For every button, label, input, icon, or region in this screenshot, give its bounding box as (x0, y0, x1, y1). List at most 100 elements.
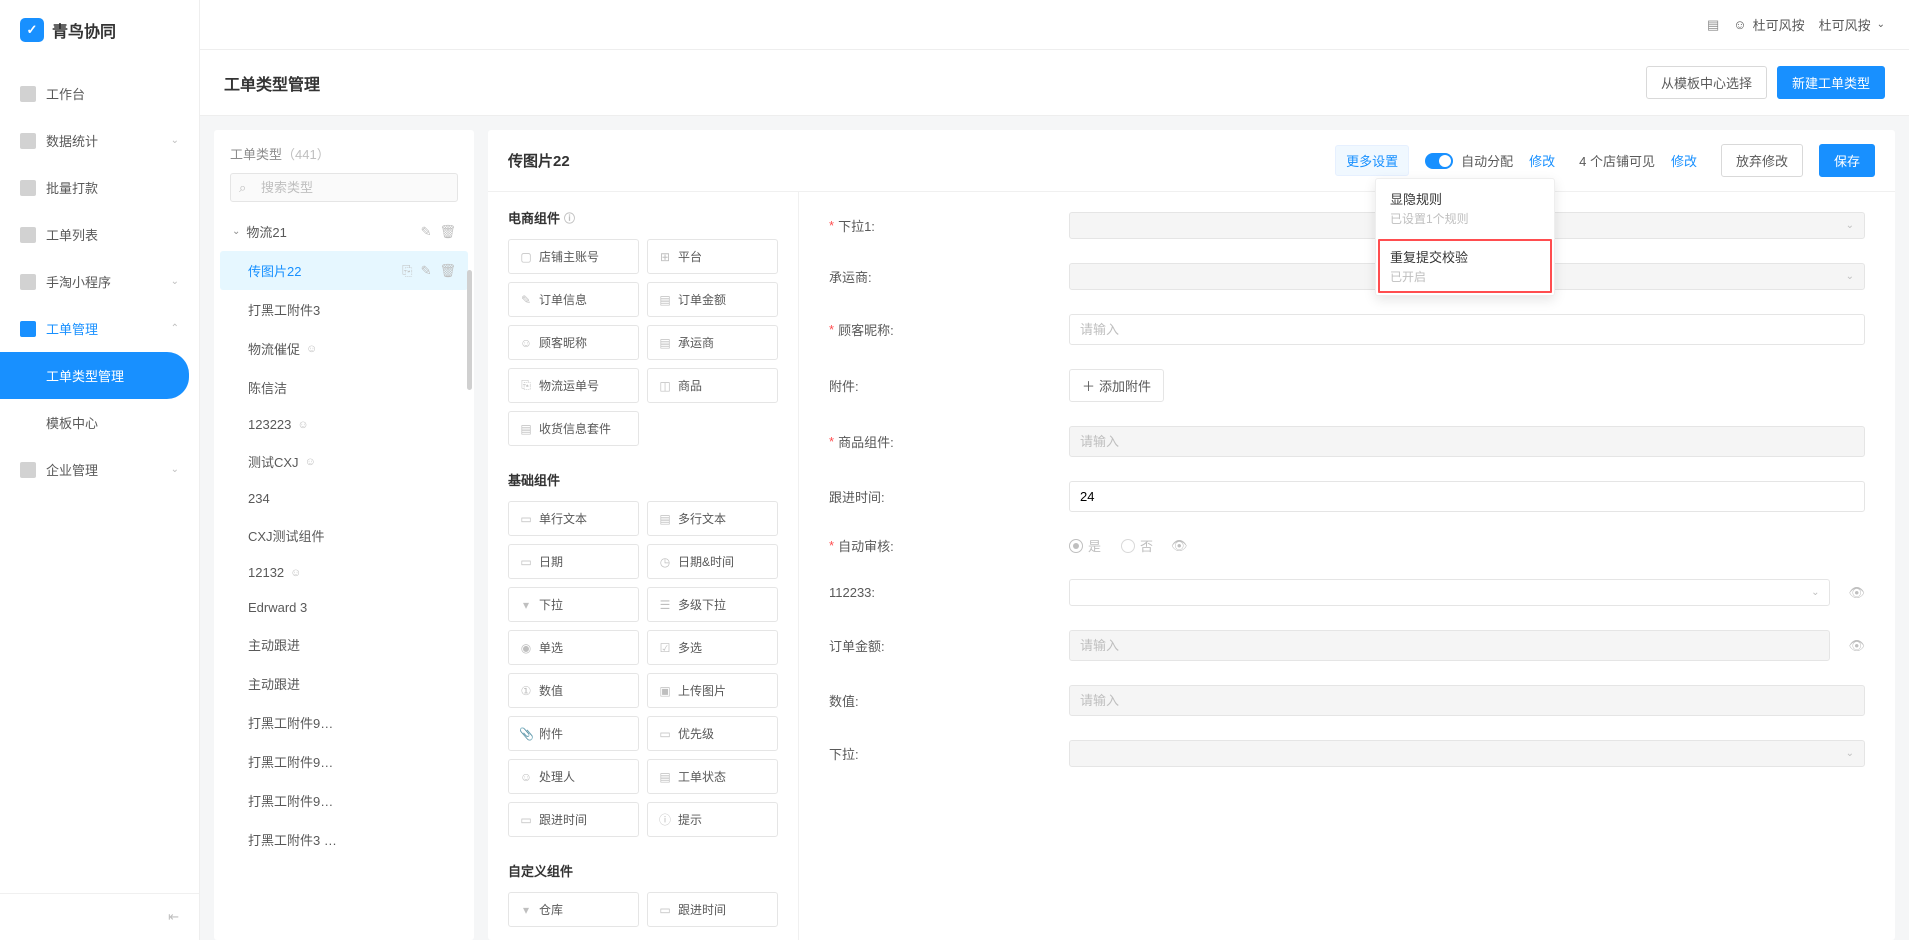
type-item[interactable]: 测试CXJ☺ (220, 442, 468, 481)
add-attachment-button[interactable]: ＋添加附件 (1069, 369, 1164, 402)
palette-item[interactable]: ▭日期 (508, 544, 639, 579)
palette-item[interactable]: ✎订单信息 (508, 282, 639, 317)
modify-auto-assign-link[interactable]: 修改 (1521, 147, 1563, 174)
nav-sub-type-manage[interactable]: 工单类型管理 (0, 352, 189, 399)
type-item[interactable]: 物流催促☺ (220, 329, 468, 368)
edit-icon[interactable]: ✎ (421, 263, 432, 279)
palette-item[interactable]: ▤订单金额 (647, 282, 778, 317)
palette-item[interactable]: ▭单行文本 (508, 501, 639, 536)
nav-label: 工单列表 (46, 225, 98, 244)
nav-payout[interactable]: 批量打款 (0, 164, 199, 211)
copy-icon[interactable]: ⎘ (402, 263, 412, 279)
main: ▤ ☺ 杜可风按 杜可风按 ⌄ 工单类型管理 从模板中心选择 新建工单类型 工单… (200, 0, 1909, 940)
palette-item[interactable]: ☰多级下拉 (647, 587, 778, 622)
palette-item[interactable]: ▤收货信息套件 (508, 411, 639, 446)
delete-icon[interactable]: 🗑 (439, 263, 456, 279)
nav-enterprise[interactable]: 企业管理 ⌄ (0, 446, 199, 493)
type-item[interactable]: 234 (220, 481, 468, 516)
type-item[interactable]: 打黑工附件3 (220, 290, 468, 329)
edit-icon[interactable]: ✎ (421, 224, 432, 240)
from-template-button[interactable]: 从模板中心选择 (1646, 66, 1767, 99)
palette-item[interactable]: ☺顾客昵称 (508, 325, 639, 360)
select-field[interactable]: ⌄ (1069, 579, 1830, 606)
type-item[interactable]: CXJ测试组件 (220, 516, 468, 555)
attach-btn-label: 添加附件 (1099, 376, 1151, 395)
new-type-button[interactable]: 新建工单类型 (1777, 66, 1885, 99)
palette-item[interactable]: ⊞平台 (647, 239, 778, 274)
type-item[interactable]: 主动跟进 (220, 625, 468, 664)
palette-item[interactable]: ◫商品 (647, 368, 778, 403)
palette-item[interactable]: ▭优先级 (647, 716, 778, 751)
palette-item[interactable]: ☺处理人 (508, 759, 639, 794)
org-menu[interactable]: 杜可风按 ⌄ (1819, 15, 1885, 34)
save-button[interactable]: 保存 (1819, 144, 1875, 177)
nav-miniapp[interactable]: 手淘小程序 ⌄ (0, 258, 199, 305)
dropdown-item-duplicate-check[interactable]: 重复提交校验 已开启 (1376, 237, 1554, 295)
type-item[interactable]: 打黑工附件3 … (220, 820, 468, 859)
form-row: *顾客昵称: (829, 314, 1865, 345)
palette-item[interactable]: ▾仓库 (508, 892, 639, 927)
type-item[interactable]: 打黑工附件9… (220, 703, 468, 742)
form-canvas: *下拉1:⌄承运商:⌄*顾客昵称:附件:＋添加附件*商品组件:跟进时间:*自动审… (798, 192, 1895, 940)
palette-item[interactable]: ▤承运商 (647, 325, 778, 360)
type-group[interactable]: ⌄ 物流21 ✎ 🗑 (220, 212, 468, 251)
type-item[interactable]: 陈信洁 (220, 368, 468, 407)
modify-shops-link[interactable]: 修改 (1663, 147, 1705, 174)
visibility-icon[interactable]: 👁 (1848, 585, 1865, 601)
nav-ticket-list[interactable]: 工单列表 (0, 211, 199, 258)
discard-button[interactable]: 放弃修改 (1721, 144, 1803, 177)
nav-ticket-manage[interactable]: 工单管理 ⌃ (0, 305, 199, 352)
type-item[interactable]: Edrward 3 (220, 590, 468, 625)
text-input[interactable] (1069, 314, 1865, 345)
palette-item[interactable]: ▾下拉 (508, 587, 639, 622)
user-menu[interactable]: ☺ 杜可风按 (1733, 15, 1804, 34)
radio-option[interactable]: 是 (1069, 536, 1101, 555)
info-icon[interactable]: ⓘ (564, 210, 575, 226)
type-item[interactable]: 123223☺ (220, 407, 468, 442)
visibility-icon[interactable]: 👁 (1171, 538, 1188, 554)
nav-workbench[interactable]: 工作台 (0, 70, 199, 117)
radio-dot (1069, 539, 1083, 553)
visibility-icon[interactable]: 👁 (1848, 638, 1865, 654)
radio-option[interactable]: 否 (1121, 536, 1153, 555)
palette-item[interactable]: ⎘物流运单号 (508, 368, 639, 403)
type-item-label: 打黑工附件3 (248, 300, 320, 319)
palette-item[interactable]: ◷日期&时间 (647, 544, 778, 579)
type-item[interactable]: 打黑工附件9… (220, 742, 468, 781)
type-item[interactable]: 打黑工附件9… (220, 781, 468, 820)
palette-item[interactable]: ◉单选 (508, 630, 639, 665)
palette-item[interactable]: ▢店铺主账号 (508, 239, 639, 274)
type-item[interactable]: 主动跟进 (220, 664, 468, 703)
type-search-input[interactable] (230, 173, 458, 202)
palette-item[interactable]: ▤多行文本 (647, 501, 778, 536)
sidebar-collapse-button[interactable]: ⇤ (0, 893, 199, 940)
dropdown-title: 重复提交校验 (1390, 247, 1540, 266)
text-input[interactable] (1069, 481, 1865, 512)
text-input[interactable] (1069, 630, 1830, 661)
palette-item[interactable]: 📎附件 (508, 716, 639, 751)
palette-item-label: 日期&时间 (678, 553, 734, 570)
notebook-icon[interactable]: ▤ (1707, 17, 1719, 33)
type-item[interactable]: 传图片22⎘✎🗑 (220, 251, 468, 290)
nav-sub-template-center[interactable]: 模板中心 (0, 399, 199, 446)
palette-item[interactable]: ▭跟进时间 (647, 892, 778, 927)
text-input[interactable] (1069, 426, 1865, 457)
palette-item[interactable]: ▤工单状态 (647, 759, 778, 794)
component-icon: 📎 (519, 727, 533, 741)
editor-toolbar: 更多设置 自动分配 修改 4 个店铺可见 修改 放弃修改 保存 (1335, 144, 1875, 177)
palette-item[interactable]: ⓘ提示 (647, 802, 778, 837)
scrollbar[interactable] (467, 270, 472, 390)
dropdown-item-visibility-rules[interactable]: 显隐规则 已设置1个规则 (1376, 179, 1554, 237)
select-field[interactable]: ⌄ (1069, 740, 1865, 767)
type-item[interactable]: 12132☺ (220, 555, 468, 590)
palette-item[interactable]: ▭跟进时间 (508, 802, 639, 837)
palette-item[interactable]: ☑多选 (647, 630, 778, 665)
palette-item[interactable]: ①数值 (508, 673, 639, 708)
delete-icon[interactable]: 🗑 (439, 224, 456, 240)
logo: ✓ 青鸟协同 (0, 0, 199, 60)
nav-stats[interactable]: 数据统计 ⌄ (0, 117, 199, 164)
more-settings-button[interactable]: 更多设置 (1335, 145, 1409, 176)
auto-assign-toggle[interactable] (1425, 153, 1453, 169)
text-input[interactable] (1069, 685, 1865, 716)
palette-item[interactable]: ▣上传图片 (647, 673, 778, 708)
